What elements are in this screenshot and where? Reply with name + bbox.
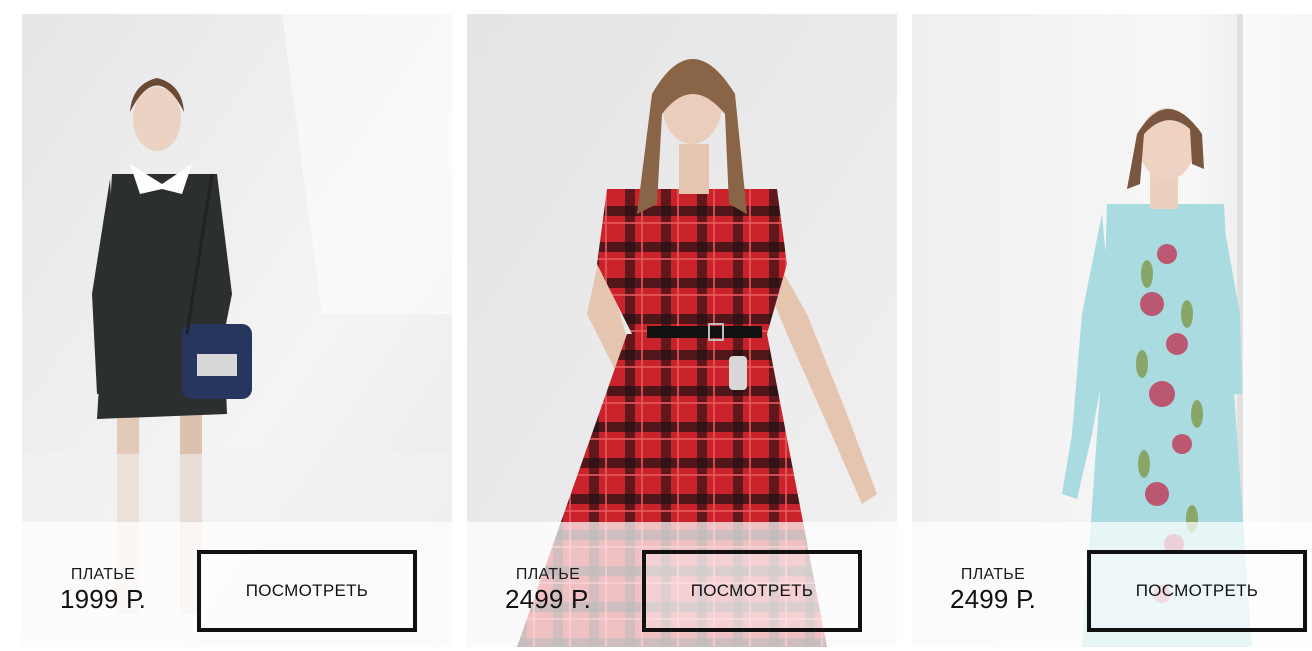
product-card[interactable]: ПЛАТЬЕ 2499 Р. ПОСМОТРЕТЬ	[467, 14, 897, 647]
product-name: ПЛАТЬЕ	[70, 566, 136, 583]
product-price: 2499 Р.	[504, 584, 592, 614]
product-grid: ПЛАТЬЕ 1999 Р. ПОСМОТРЕТЬ ПЛАТЬЕ 2499 Р.…	[0, 0, 1312, 651]
product-price: 2499 Р.	[949, 584, 1037, 614]
product-card[interactable]: ПЛАТЬЕ 1999 Р. ПОСМОТРЕТЬ	[22, 14, 452, 647]
product-name: ПЛАТЬЕ	[515, 566, 581, 583]
product-name: ПЛАТЬЕ	[960, 566, 1026, 583]
product-card[interactable]: ПЛАТЬЕ 2499 Р. ПОСМОТРЕТЬ	[912, 14, 1312, 647]
view-button[interactable]: ПОСМОТРЕТЬ	[1087, 550, 1307, 632]
product-price: 1999 Р.	[59, 584, 147, 614]
view-button[interactable]: ПОСМОТРЕТЬ	[642, 550, 862, 632]
view-button[interactable]: ПОСМОТРЕТЬ	[197, 550, 417, 632]
